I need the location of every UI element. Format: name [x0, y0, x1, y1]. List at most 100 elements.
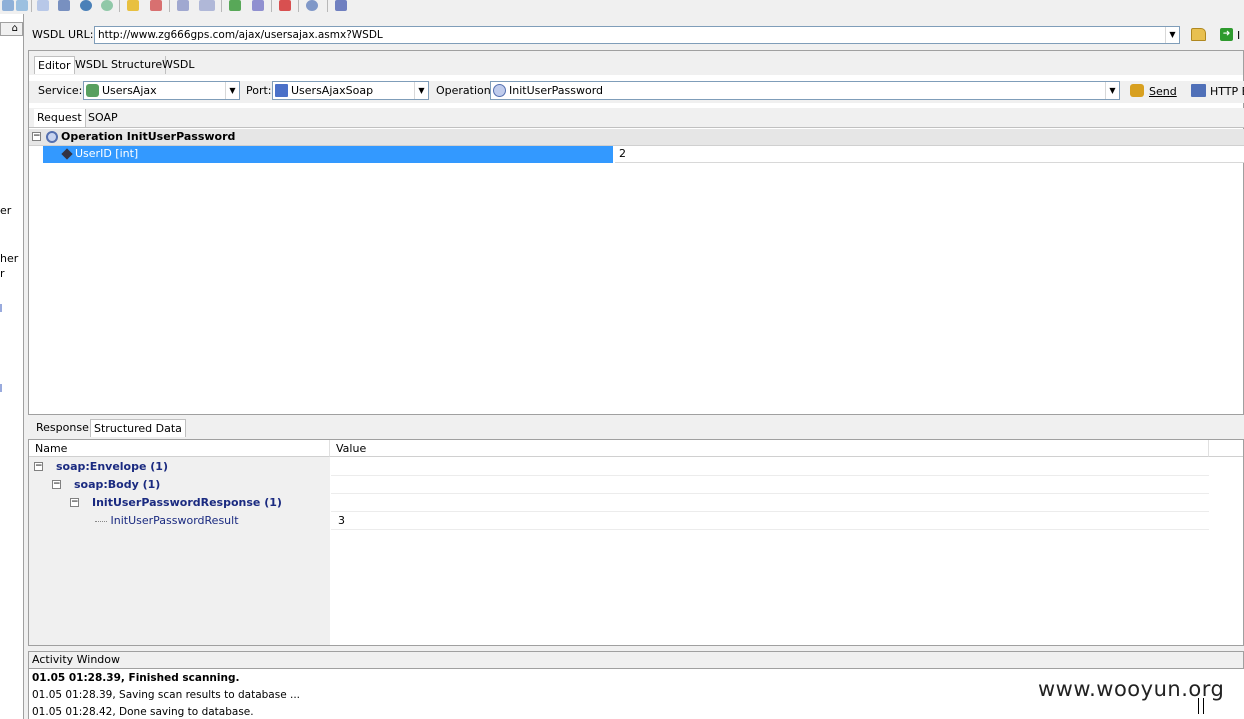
service-select[interactable]: UsersAjax ▼: [83, 81, 240, 100]
parameter-name-cell[interactable]: UserID [int]: [43, 146, 613, 163]
tab-response[interactable]: Response: [33, 419, 92, 437]
response-tabbar: Response Structured Data: [28, 418, 1244, 438]
http-editor-button[interactable]: HTTP E: [1210, 85, 1244, 98]
toolbar-separator: [221, 0, 222, 12]
report-icon[interactable]: [58, 0, 70, 11]
collapse-icon[interactable]: −: [70, 498, 79, 507]
parameter-value: 2: [619, 147, 626, 160]
main-toolbar: [0, 0, 1244, 14]
toolbar-separator: [119, 0, 120, 12]
tree-node-label: soap:Body (1): [74, 478, 161, 491]
clock-icon[interactable]: [306, 0, 318, 11]
name-column-header[interactable]: Name: [29, 440, 330, 457]
import-icon[interactable]: [199, 0, 215, 11]
log-line: 01.05 01:28.39, Saving scan results to d…: [32, 689, 301, 701]
editor-panel: Editor WSDL Structure WSDL Service: User…: [28, 50, 1244, 415]
wsdl-url-label: WSDL URL:: [32, 28, 94, 41]
tab-structured-data[interactable]: Structured Data: [90, 419, 186, 437]
parameter-name: UserID [int]: [75, 147, 139, 160]
left-panel-fragment: r: [0, 267, 5, 280]
chevron-down-icon[interactable]: ▼: [414, 82, 428, 99]
parameter-row[interactable]: UserID [int] 2: [43, 146, 1244, 163]
operation-select[interactable]: InitUserPassword ▼: [490, 81, 1120, 100]
chevron-down-icon[interactable]: ▼: [225, 82, 239, 99]
tree-node-body[interactable]: − soap:Body (1): [52, 476, 160, 494]
tree-node-label: soap:Envelope (1): [56, 460, 168, 473]
tree-connector: [95, 520, 107, 522]
globe-icon[interactable]: [80, 0, 92, 11]
operation-header: Operation InitUserPassword: [61, 130, 236, 143]
log-line: 01.05 01:28.39, Finished scanning.: [32, 672, 240, 684]
left-dock-panel: er her r: [0, 14, 24, 719]
left-panel-fragment: er: [0, 204, 12, 217]
send-icon[interactable]: [1130, 84, 1144, 97]
chevron-down-icon[interactable]: ▼: [1165, 27, 1179, 43]
tree-node-response[interactable]: − InitUserPasswordResponse (1): [70, 494, 282, 512]
watermark: www.wooyun.org: [1038, 677, 1225, 701]
send-button[interactable]: Send: [1149, 85, 1177, 98]
tab-request[interactable]: Request: [34, 109, 86, 127]
tab-soap[interactable]: SOAP: [85, 109, 121, 127]
value-column-label: Value: [336, 442, 367, 455]
tab-wsdl-structure[interactable]: WSDL Structure: [72, 56, 167, 74]
collapse-icon[interactable]: −: [52, 480, 61, 489]
extra-column-header: [1209, 440, 1243, 457]
port-icon: [275, 84, 288, 97]
key-icon[interactable]: [127, 0, 139, 11]
chart-icon[interactable]: [150, 0, 162, 11]
log-line: 01.05 01:28.42, Done saving to database.: [32, 706, 254, 718]
chevron-down-icon[interactable]: ▼: [1105, 82, 1119, 99]
export-icon[interactable]: [229, 0, 241, 11]
tree-node-label: InitUserPasswordResult: [110, 514, 239, 527]
tab-editor[interactable]: Editor: [34, 56, 75, 74]
response-panel: Name Value − soap:Envelope (1) − soap:Bo…: [28, 439, 1244, 646]
task-icon[interactable]: [279, 0, 291, 11]
document-icon[interactable]: [37, 0, 49, 11]
pin-button[interactable]: ⌂: [0, 22, 23, 36]
zoom-icon[interactable]: [2, 0, 14, 11]
parameter-value-cell[interactable]: 2: [615, 146, 1244, 163]
table-icon[interactable]: [335, 0, 347, 11]
tree-value-cell: [331, 458, 1209, 476]
port-label: Port:: [246, 84, 272, 97]
text-cursor-icon: [1198, 698, 1204, 714]
tree-value-cell: [331, 494, 1209, 512]
parameter-icon: [61, 148, 73, 160]
pin-icon: ⌂: [11, 23, 18, 34]
tool-icon[interactable]: [177, 0, 189, 11]
operation-value: InitUserPassword: [509, 84, 604, 97]
search-icon[interactable]: [16, 0, 28, 11]
gear-icon: [493, 84, 506, 97]
port-select[interactable]: UsersAjaxSoap ▼: [272, 81, 429, 100]
gear-icon: [46, 131, 58, 143]
collapse-icon[interactable]: −: [32, 132, 41, 141]
check-icon[interactable]: [252, 0, 264, 11]
tree-node-value: 3: [338, 514, 345, 527]
toolbar-separator: [31, 0, 32, 12]
go-label[interactable]: I: [1237, 29, 1240, 42]
go-icon[interactable]: ➜: [1220, 28, 1233, 41]
tree-value-cell: [331, 476, 1209, 494]
value-column-header[interactable]: Value: [330, 440, 1209, 457]
open-folder-icon[interactable]: [1191, 28, 1206, 41]
tree-node-envelope[interactable]: − soap:Envelope (1): [34, 458, 168, 476]
wsdl-url-value: http://www.zg666gps.com/ajax/usersajax.a…: [98, 29, 383, 41]
http-editor-icon[interactable]: [1191, 84, 1206, 97]
operation-label: Operation:: [436, 84, 495, 97]
tree-node-result[interactable]: InitUserPasswordResult: [95, 512, 239, 530]
tab-wsdl[interactable]: WSDL: [159, 56, 197, 74]
service-value: UsersAjax: [102, 84, 157, 97]
tree-value-cell: 3: [331, 512, 1209, 530]
request-tabbar: Request SOAP: [29, 108, 1244, 128]
collapse-icon[interactable]: −: [34, 462, 43, 471]
activity-window-header: Activity Window: [28, 651, 1244, 669]
activity-window-title: Activity Window: [32, 653, 121, 666]
editor-tabbar: [29, 51, 1243, 75]
operation-group-row: − Operation InitUserPassword: [29, 129, 1244, 146]
left-panel-marker: [0, 304, 2, 312]
left-panel-fragment: her: [0, 252, 19, 265]
toolbar-separator: [327, 0, 328, 12]
gem-icon[interactable]: [101, 0, 113, 11]
wsdl-url-input[interactable]: http://www.zg666gps.com/ajax/usersajax.a…: [94, 26, 1180, 44]
left-panel-marker: [0, 384, 2, 392]
